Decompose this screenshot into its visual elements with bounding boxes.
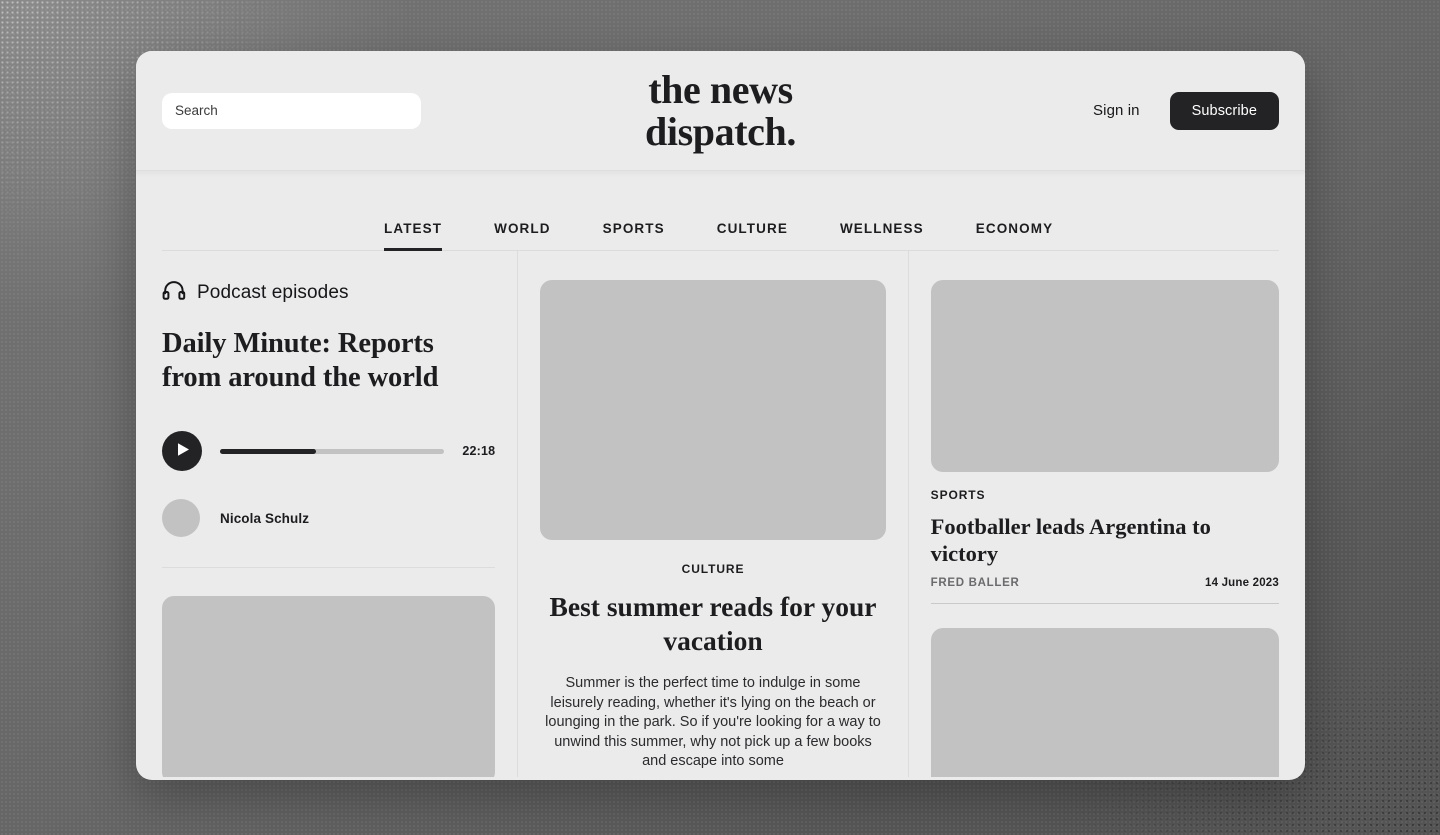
site-header: the news dispatch. Sign in Subscribe — [136, 51, 1305, 170]
sports-story-date: 14 June 2023 — [1204, 577, 1279, 589]
avatar — [162, 499, 200, 537]
playback-progress-fill — [220, 448, 317, 454]
podcast-episode-title[interactable]: Daily Minute: Reports from around the wo… — [162, 327, 495, 395]
secondary-story-image[interactable] — [930, 628, 1279, 777]
feature-story-body: Summer is the perfect time to indulge in… — [545, 675, 881, 770]
play-icon — [175, 442, 190, 460]
podcast-author: Nicola Schulz — [162, 499, 496, 568]
news-site-card: the news dispatch. Sign in Subscribe LAT… — [136, 51, 1305, 780]
sports-story-author: FRED BALLER — [930, 577, 1020, 589]
headphones-icon — [162, 280, 186, 305]
tab-economy[interactable]: ECONOMY — [976, 221, 1053, 251]
sports-story-image[interactable] — [930, 280, 1279, 472]
podcast-section-label: Podcast episodes — [197, 281, 349, 303]
tab-sports[interactable]: SPORTS — [603, 221, 665, 251]
tab-world[interactable]: WORLD — [494, 221, 551, 251]
category-nav: LATEST WORLD SPORTS CULTURE WELLNESS ECO… — [162, 221, 1279, 251]
play-button[interactable] — [162, 431, 202, 471]
author-name: Nicola Schulz — [220, 510, 310, 526]
tab-culture[interactable]: CULTURE — [717, 221, 788, 251]
feature-story-title[interactable]: Best summer reads for your vacation — [540, 590, 885, 658]
audio-player: 22:18 — [162, 431, 495, 471]
sign-in-link[interactable]: Sign in — [1093, 102, 1140, 119]
tab-wellness[interactable]: WELLNESS — [840, 221, 924, 251]
sports-story-meta: FRED BALLER 14 June 2023 — [930, 577, 1279, 604]
subscribe-button[interactable]: Subscribe — [1169, 91, 1279, 130]
podcast-section-header: Podcast episodes — [162, 280, 495, 305]
nav-wrap: LATEST WORLD SPORTS CULTURE WELLNESS ECO… — [136, 177, 1305, 251]
right-column: SPORTS Footballer leads Argentina to vic… — [909, 251, 1279, 777]
content-columns: Podcast episodes Daily Minute: Reports f… — [136, 251, 1305, 777]
feature-story-image[interactable] — [540, 280, 886, 540]
news-story-thumbnail[interactable] — [162, 596, 496, 777]
playback-progress-bar[interactable] — [220, 448, 445, 454]
header-actions: Sign in Subscribe — [1093, 91, 1279, 130]
sports-story-kicker: SPORTS — [930, 488, 986, 502]
feature-story-kicker: CULTURE — [681, 562, 745, 576]
tab-latest[interactable]: LATEST — [384, 221, 443, 251]
playback-duration: 22:18 — [462, 444, 496, 458]
search-input[interactable] — [162, 92, 421, 129]
sports-story-title[interactable]: Footballer leads Argentina to victory — [931, 513, 1279, 567]
center-column: CULTURE Best summer reads for your vacat… — [517, 251, 909, 777]
left-column: Podcast episodes Daily Minute: Reports f… — [162, 251, 517, 777]
